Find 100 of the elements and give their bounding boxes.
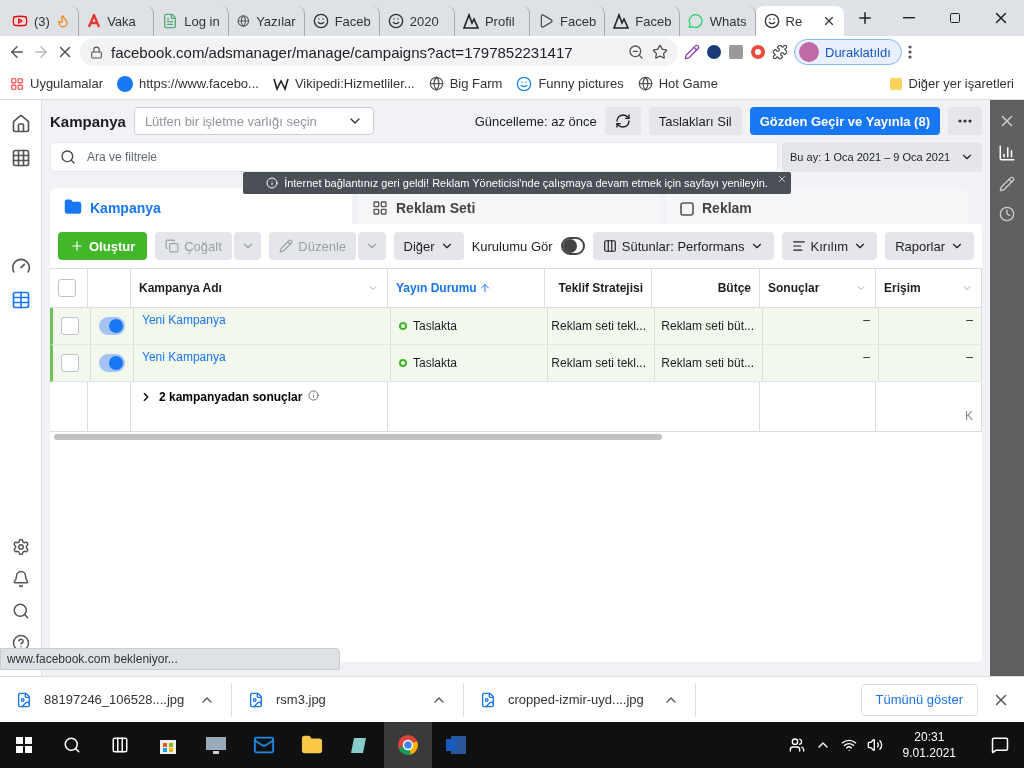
people-icon[interactable] [788,737,805,753]
column-header[interactable]: Kampanya Adı [139,281,222,295]
monitor-icon[interactable] [205,735,227,755]
mail-icon[interactable] [253,734,275,756]
bell-icon[interactable] [11,570,30,588]
back-icon[interactable] [8,43,26,61]
table-cell: – [863,350,870,364]
bookmark[interactable]: Hot Game [637,76,718,91]
word-icon[interactable] [445,735,467,755]
discard-drafts-button[interactable]: Taslakları Sil [648,107,742,135]
column-header[interactable]: Teklif Stratejisi [558,281,643,295]
campaign-link[interactable]: Yeni Kampanya [142,313,226,327]
show-all-button[interactable]: Tümünü göster [860,683,978,716]
search-icon[interactable] [63,736,81,754]
close-button[interactable] [777,174,787,184]
feather-icon[interactable] [684,44,700,60]
star-icon[interactable] [652,44,668,60]
refresh-icon [614,113,631,129]
globe-icon [237,13,251,29]
windows-icon[interactable] [16,737,32,753]
puzzle-icon[interactable] [772,44,788,60]
scrollbar[interactable] [54,434,662,440]
columns-icon [602,239,617,253]
date-range-button[interactable]: Bu ay: 1 Oca 2021 – 9 Oca 2021 [782,142,982,172]
row-checkbox[interactable] [61,317,79,335]
setup-label: Kurulumu Gör [471,238,553,254]
refresh-button[interactable] [604,107,641,135]
letter-icon [87,14,102,28]
image-file-icon [16,691,32,708]
profile-button[interactable]: Duraklatıldı [794,39,902,65]
bookmark[interactable]: Big Farm [428,76,503,91]
circle-icon [117,75,133,92]
task-view-icon[interactable] [111,736,129,754]
results-summary: 2 kampanyadan sonuçlar [159,390,303,404]
bookmark[interactable]: Vikipedi:Hizmetliler... [272,76,415,91]
flame-icon [55,14,70,28]
select-all-checkbox[interactable] [58,279,76,297]
column-header[interactable]: Erişim [884,281,921,295]
table-cell: Reklam seti tekl... [551,319,646,333]
level-tab[interactable]: Kampanya [50,188,352,224]
lock-icon [90,45,103,59]
search-field[interactable]: Ara ve filtrele [50,142,778,172]
campaign-link[interactable]: Yeni Kampanya [142,350,226,364]
more-dropdown[interactable]: Diğer [393,232,464,260]
face-icon [387,13,404,29]
network-icon[interactable] [840,737,857,753]
pencil-icon[interactable] [999,176,1015,192]
bookmark[interactable]: https://www.facebo... [117,75,259,92]
zoom-out-icon[interactable] [628,44,644,60]
columns-dropdown[interactable]: Sütunlar: Performans [592,232,774,260]
grid-icon[interactable] [10,148,31,168]
breakdown-dropdown[interactable]: Kırılım [781,232,878,260]
table-row[interactable]: Yeni Kampanya Taslakta Reklam seti tekl... Reklam seti büt... – – [50,345,982,382]
play-icon [538,13,555,29]
setup-toggle[interactable] [560,237,585,255]
clock-icon[interactable] [999,206,1015,222]
notifications-icon[interactable] [991,736,1009,754]
campaign-toggle[interactable] [99,317,125,335]
table-icon[interactable] [10,290,31,310]
table-cell: K [965,409,973,423]
avatar-icon [799,42,819,62]
page-title: Kampanya [50,112,126,130]
more-icon [958,119,972,123]
bookmark[interactable]: Uygulamalar [10,76,103,91]
info-icon [308,390,320,401]
folder-icon[interactable] [301,734,323,756]
browser-tab[interactable]: Re [755,6,844,36]
reports-dropdown[interactable]: Raporlar [885,232,974,260]
table-cell: – [863,313,870,327]
document-icon [162,13,179,29]
download-item[interactable]: rsm3.jpg [232,682,464,717]
folder-icon [64,198,82,216]
table-row[interactable]: Yeni Kampanya Taslakta Reklam seti tekl... Reklam seti büt... – – [50,308,982,345]
row-checkbox[interactable] [61,354,79,372]
extension-icon[interactable] [706,44,722,60]
level-tab[interactable]: Reklam [666,188,968,224]
close-icon [777,174,787,184]
campaign-toggle[interactable] [99,354,125,372]
bookmark[interactable]: Funny pictures [516,75,624,92]
other-bookmarks[interactable]: Diğer yer işaretleri [888,76,1014,91]
download-item[interactable]: cropped-izmir-uyd....jpg [464,682,696,717]
clock: 20:31 9.01.2021 [901,729,957,761]
smile-icon [516,75,533,92]
bar-chart-icon[interactable] [998,144,1016,162]
download-item[interactable]: 88197246_106528....jpg [0,682,232,717]
home-icon[interactable] [10,114,31,134]
search-icon[interactable] [11,602,30,620]
restore-icon [949,12,962,24]
column-header[interactable]: Yayın Durumu [396,281,491,295]
column-header[interactable]: Bütçe [717,281,751,295]
address-bar[interactable]: facebook.com/adsmanager/manage/campaigns?act=1797852231417 [80,38,678,66]
column-header[interactable]: Sonuçlar [768,281,820,295]
table-cell: – [966,350,973,364]
settings-icon[interactable] [11,538,30,556]
mountain-icon [462,13,479,29]
publish-button[interactable]: Gözden Geçir ve Yayınla (8) [749,107,940,135]
volume-icon[interactable] [866,737,883,753]
gauge-icon[interactable] [10,256,31,276]
taskbar-button[interactable] [384,722,432,768]
grid-icon [372,200,388,216]
